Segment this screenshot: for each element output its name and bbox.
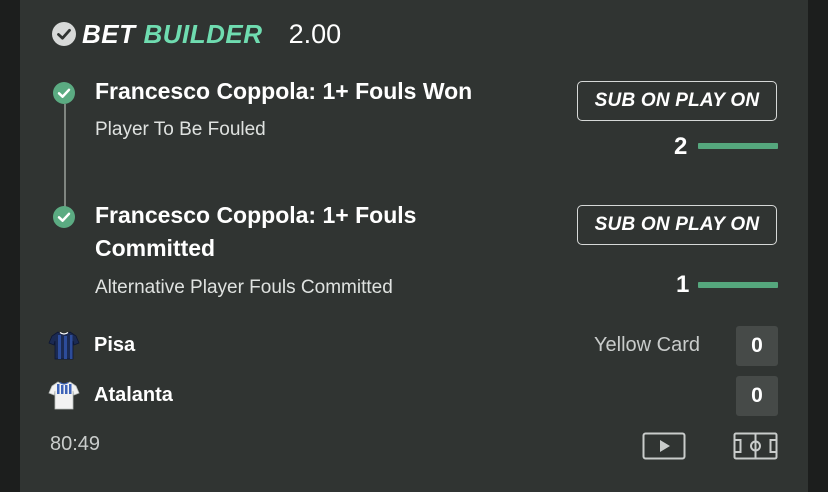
sub-on-play-on-button[interactable]: SUB ON PLAY ON <box>577 205 777 245</box>
home-score: 0 <box>736 326 778 366</box>
pisa-shirt-icon <box>48 331 80 360</box>
bet-builder-header: BET BUILDER 2.00 <box>52 18 341 50</box>
match-clock: 80:49 <box>50 433 101 455</box>
check-circle-icon <box>52 22 76 46</box>
pitch-icon[interactable] <box>733 432 778 460</box>
away-score: 0 <box>736 376 778 416</box>
leg-market: Player To Be Fouled <box>95 119 266 140</box>
title-builder: BUILDER <box>143 18 263 49</box>
timeline-connector <box>64 104 66 208</box>
leg-title: Francesco Coppola: 1+ Fouls Won <box>95 78 473 104</box>
team-row-away: Atalanta <box>48 378 173 412</box>
stat-label: Yellow Card <box>594 334 700 356</box>
team-name: Atalanta <box>94 383 173 406</box>
total-odds: 2.00 <box>288 18 342 49</box>
title-bet: BET <box>82 18 136 49</box>
sub-on-play-on-button[interactable]: SUB ON PLAY ON <box>577 81 777 121</box>
leg-progress-count: 2 <box>674 133 688 160</box>
leg-progress-bar <box>698 143 778 149</box>
leg-title: Francesco Coppola: 1+ Fouls Committed <box>95 202 417 261</box>
team-name: Pisa <box>94 333 136 356</box>
leg-progress-fill <box>698 143 778 149</box>
leg-market: Alternative Player Fouls Committed <box>95 277 393 298</box>
leg-check-icon <box>53 82 75 104</box>
video-play-icon[interactable] <box>642 432 686 460</box>
leg-check-icon <box>53 206 75 228</box>
leg-progress-count: 1 <box>676 271 690 298</box>
atalanta-shirt-icon <box>48 381 80 410</box>
team-row-home: Pisa <box>48 328 135 362</box>
leg-progress-fill <box>698 282 778 288</box>
leg-progress-bar <box>698 282 778 288</box>
